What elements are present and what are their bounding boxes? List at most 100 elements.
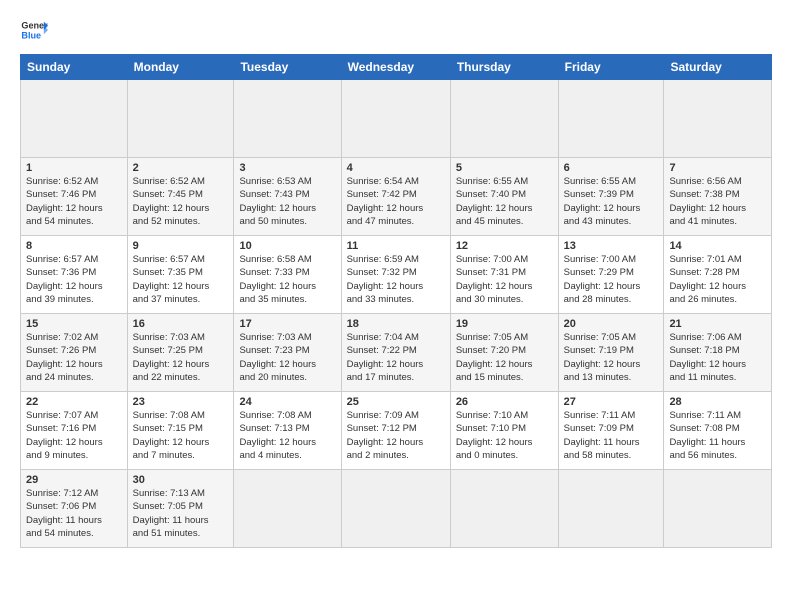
logo-icon: General Blue <box>20 16 48 44</box>
day-info: Sunrise: 7:00 AM Sunset: 7:29 PM Dayligh… <box>564 253 659 306</box>
col-header-thursday: Thursday <box>450 55 558 80</box>
day-number: 22 <box>26 396 122 408</box>
day-info: Sunrise: 7:10 AM Sunset: 7:10 PM Dayligh… <box>456 409 553 462</box>
calendar-week-row: 8Sunrise: 6:57 AM Sunset: 7:36 PM Daylig… <box>21 236 772 314</box>
calendar-cell: 14Sunrise: 7:01 AM Sunset: 7:28 PM Dayli… <box>664 236 772 314</box>
calendar-cell: 21Sunrise: 7:06 AM Sunset: 7:18 PM Dayli… <box>664 314 772 392</box>
day-number: 11 <box>347 240 445 252</box>
day-number: 18 <box>347 318 445 330</box>
day-number: 7 <box>669 162 766 174</box>
calendar-cell <box>558 80 664 158</box>
day-number: 24 <box>239 396 335 408</box>
day-info: Sunrise: 7:06 AM Sunset: 7:18 PM Dayligh… <box>669 331 766 384</box>
day-number: 23 <box>133 396 229 408</box>
calendar-cell: 20Sunrise: 7:05 AM Sunset: 7:19 PM Dayli… <box>558 314 664 392</box>
day-number: 26 <box>456 396 553 408</box>
calendar-cell: 25Sunrise: 7:09 AM Sunset: 7:12 PM Dayli… <box>341 392 450 470</box>
day-number: 16 <box>133 318 229 330</box>
day-info: Sunrise: 6:59 AM Sunset: 7:32 PM Dayligh… <box>347 253 445 306</box>
calendar-cell <box>21 80 128 158</box>
day-info: Sunrise: 6:56 AM Sunset: 7:38 PM Dayligh… <box>669 175 766 228</box>
day-info: Sunrise: 7:08 AM Sunset: 7:13 PM Dayligh… <box>239 409 335 462</box>
day-number: 15 <box>26 318 122 330</box>
day-number: 19 <box>456 318 553 330</box>
calendar-cell <box>234 470 341 548</box>
day-number: 27 <box>564 396 659 408</box>
calendar-week-row: 15Sunrise: 7:02 AM Sunset: 7:26 PM Dayli… <box>21 314 772 392</box>
col-header-monday: Monday <box>127 55 234 80</box>
calendar-cell: 19Sunrise: 7:05 AM Sunset: 7:20 PM Dayli… <box>450 314 558 392</box>
calendar-cell <box>664 80 772 158</box>
day-info: Sunrise: 6:57 AM Sunset: 7:35 PM Dayligh… <box>133 253 229 306</box>
day-info: Sunrise: 6:57 AM Sunset: 7:36 PM Dayligh… <box>26 253 122 306</box>
day-info: Sunrise: 7:00 AM Sunset: 7:31 PM Dayligh… <box>456 253 553 306</box>
calendar-week-row: 1Sunrise: 6:52 AM Sunset: 7:46 PM Daylig… <box>21 158 772 236</box>
day-number: 12 <box>456 240 553 252</box>
day-info: Sunrise: 7:07 AM Sunset: 7:16 PM Dayligh… <box>26 409 122 462</box>
col-header-friday: Friday <box>558 55 664 80</box>
col-header-sunday: Sunday <box>21 55 128 80</box>
calendar-cell: 16Sunrise: 7:03 AM Sunset: 7:25 PM Dayli… <box>127 314 234 392</box>
page-header: General Blue <box>20 16 772 44</box>
calendar-cell: 23Sunrise: 7:08 AM Sunset: 7:15 PM Dayli… <box>127 392 234 470</box>
day-number: 6 <box>564 162 659 174</box>
day-number: 14 <box>669 240 766 252</box>
calendar-week-row: 22Sunrise: 7:07 AM Sunset: 7:16 PM Dayli… <box>21 392 772 470</box>
calendar-cell <box>664 470 772 548</box>
calendar-cell <box>234 80 341 158</box>
day-number: 5 <box>456 162 553 174</box>
calendar-cell: 7Sunrise: 6:56 AM Sunset: 7:38 PM Daylig… <box>664 158 772 236</box>
day-info: Sunrise: 7:01 AM Sunset: 7:28 PM Dayligh… <box>669 253 766 306</box>
day-info: Sunrise: 6:58 AM Sunset: 7:33 PM Dayligh… <box>239 253 335 306</box>
calendar-cell <box>341 80 450 158</box>
day-info: Sunrise: 6:52 AM Sunset: 7:46 PM Dayligh… <box>26 175 122 228</box>
calendar-cell: 28Sunrise: 7:11 AM Sunset: 7:08 PM Dayli… <box>664 392 772 470</box>
calendar-cell: 11Sunrise: 6:59 AM Sunset: 7:32 PM Dayli… <box>341 236 450 314</box>
day-info: Sunrise: 7:11 AM Sunset: 7:08 PM Dayligh… <box>669 409 766 462</box>
calendar-cell: 5Sunrise: 6:55 AM Sunset: 7:40 PM Daylig… <box>450 158 558 236</box>
calendar-cell <box>127 80 234 158</box>
calendar-cell: 3Sunrise: 6:53 AM Sunset: 7:43 PM Daylig… <box>234 158 341 236</box>
col-header-wednesday: Wednesday <box>341 55 450 80</box>
day-number: 2 <box>133 162 229 174</box>
calendar-week-row: 29Sunrise: 7:12 AM Sunset: 7:06 PM Dayli… <box>21 470 772 548</box>
day-number: 8 <box>26 240 122 252</box>
calendar-table: SundayMondayTuesdayWednesdayThursdayFrid… <box>20 54 772 548</box>
day-info: Sunrise: 7:12 AM Sunset: 7:06 PM Dayligh… <box>26 487 122 540</box>
day-number: 30 <box>133 474 229 486</box>
logo: General Blue <box>20 16 48 44</box>
calendar-week-row <box>21 80 772 158</box>
day-info: Sunrise: 6:55 AM Sunset: 7:40 PM Dayligh… <box>456 175 553 228</box>
calendar-cell: 18Sunrise: 7:04 AM Sunset: 7:22 PM Dayli… <box>341 314 450 392</box>
day-number: 21 <box>669 318 766 330</box>
day-number: 20 <box>564 318 659 330</box>
day-number: 25 <box>347 396 445 408</box>
day-info: Sunrise: 7:09 AM Sunset: 7:12 PM Dayligh… <box>347 409 445 462</box>
calendar-cell: 10Sunrise: 6:58 AM Sunset: 7:33 PM Dayli… <box>234 236 341 314</box>
calendar-cell: 27Sunrise: 7:11 AM Sunset: 7:09 PM Dayli… <box>558 392 664 470</box>
calendar-cell <box>341 470 450 548</box>
svg-text:Blue: Blue <box>21 30 41 40</box>
col-header-saturday: Saturday <box>664 55 772 80</box>
col-header-tuesday: Tuesday <box>234 55 341 80</box>
calendar-cell: 4Sunrise: 6:54 AM Sunset: 7:42 PM Daylig… <box>341 158 450 236</box>
day-info: Sunrise: 7:03 AM Sunset: 7:23 PM Dayligh… <box>239 331 335 384</box>
day-info: Sunrise: 7:05 AM Sunset: 7:20 PM Dayligh… <box>456 331 553 384</box>
day-info: Sunrise: 7:03 AM Sunset: 7:25 PM Dayligh… <box>133 331 229 384</box>
day-number: 1 <box>26 162 122 174</box>
day-info: Sunrise: 7:11 AM Sunset: 7:09 PM Dayligh… <box>564 409 659 462</box>
day-number: 3 <box>239 162 335 174</box>
calendar-cell: 2Sunrise: 6:52 AM Sunset: 7:45 PM Daylig… <box>127 158 234 236</box>
day-number: 17 <box>239 318 335 330</box>
calendar-cell: 9Sunrise: 6:57 AM Sunset: 7:35 PM Daylig… <box>127 236 234 314</box>
calendar-cell: 6Sunrise: 6:55 AM Sunset: 7:39 PM Daylig… <box>558 158 664 236</box>
calendar-cell: 29Sunrise: 7:12 AM Sunset: 7:06 PM Dayli… <box>21 470 128 548</box>
calendar-cell: 24Sunrise: 7:08 AM Sunset: 7:13 PM Dayli… <box>234 392 341 470</box>
day-info: Sunrise: 6:53 AM Sunset: 7:43 PM Dayligh… <box>239 175 335 228</box>
day-number: 28 <box>669 396 766 408</box>
day-info: Sunrise: 7:08 AM Sunset: 7:15 PM Dayligh… <box>133 409 229 462</box>
calendar-cell <box>450 470 558 548</box>
day-info: Sunrise: 7:05 AM Sunset: 7:19 PM Dayligh… <box>564 331 659 384</box>
calendar-cell: 26Sunrise: 7:10 AM Sunset: 7:10 PM Dayli… <box>450 392 558 470</box>
calendar-cell: 15Sunrise: 7:02 AM Sunset: 7:26 PM Dayli… <box>21 314 128 392</box>
